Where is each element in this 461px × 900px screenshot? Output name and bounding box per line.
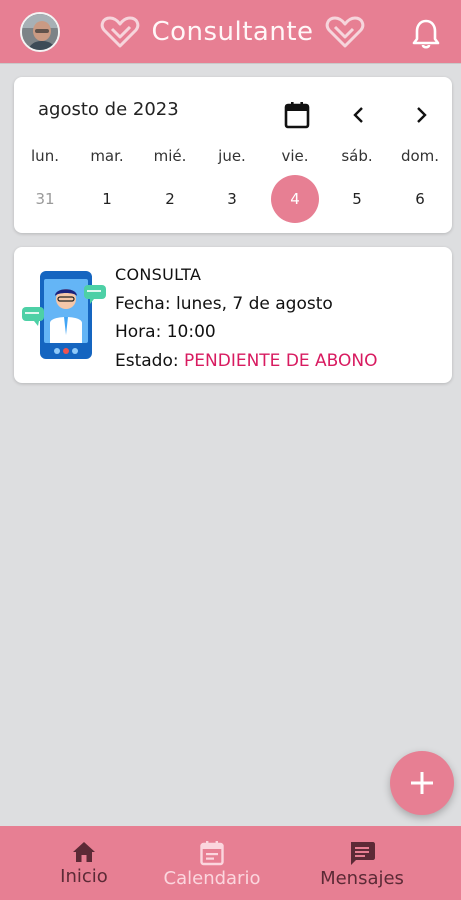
app-title: Consultante [151,17,314,47]
appointment-time-row: Hora: 10:00 [115,318,378,347]
nav-label-calendario: Calendario [163,868,261,889]
date-label: Fecha: [115,293,171,314]
calendar-icon[interactable] [284,101,310,129]
weekday-label: sáb. [341,147,373,165]
time-value: 10:00 [166,322,216,342]
day-cell[interactable]: 5 [333,175,381,223]
chevron-right-icon[interactable] [412,105,430,125]
nav-item-mensajes[interactable]: Mensajes [307,826,417,900]
appointment-title: CONSULTA [115,265,202,284]
weekday-label: mié. [153,147,187,165]
bottom-navigation: Inicio Calendario Mensajes [0,826,461,900]
day-cell[interactable]: 1 [83,175,131,223]
nav-label-mensajes: Mensajes [320,868,404,889]
month-label: agosto de 2023 [38,99,179,120]
weekday-label: dom. [400,147,440,165]
week-calendar-card: agosto de 2023 lun. mar. mié. jue. vie. … [14,77,452,233]
time-label: Hora: [115,322,162,342]
nav-label-inicio: Inicio [60,866,108,887]
home-icon [73,842,95,862]
chevron-left-icon[interactable] [350,105,368,125]
appointment-status-row: Estado: PENDIENTE DE ABONO [115,347,378,376]
add-appointment-button[interactable] [390,751,454,815]
app-header: Consultante [0,0,461,64]
day-cell[interactable]: 2 [146,175,194,223]
day-cell[interactable]: 3 [208,175,256,223]
nav-item-inicio[interactable]: Inicio [34,826,134,900]
status-value: PENDIENTE DE ABONO [184,350,378,371]
plus-icon [411,772,433,794]
heart-icon [325,16,365,48]
weekday-label: lun. [31,147,59,165]
heart-icon [100,16,140,48]
weekday-label: mar. [90,147,124,165]
doctor-video-call-icon [22,271,106,359]
user-avatar-icon [22,14,58,50]
nav-item-calendario[interactable]: Calendario [152,826,272,900]
bell-icon[interactable] [411,18,441,50]
appointment-date-row: Fecha: lunes, 7 de agosto [115,290,378,319]
brand: Consultante [100,12,365,52]
avatar[interactable] [20,12,60,52]
calendar-icon [200,841,224,866]
appointment-card[interactable]: CONSULTA Fecha: lunes, 7 de agosto Hora:… [14,247,452,383]
status-label: Estado: [115,350,179,371]
date-value: lunes, 7 de agosto [175,293,333,314]
weekday-label: jue. [218,147,246,165]
message-icon [351,842,375,865]
day-cell[interactable]: 6 [396,175,444,223]
appointment-details: CONSULTA Fecha: lunes, 7 de agosto Hora:… [115,261,378,375]
weekday-label: vie. [281,147,309,165]
selected-day-cell[interactable]: 4 [271,175,319,223]
day-cell[interactable]: 31 [21,175,69,223]
